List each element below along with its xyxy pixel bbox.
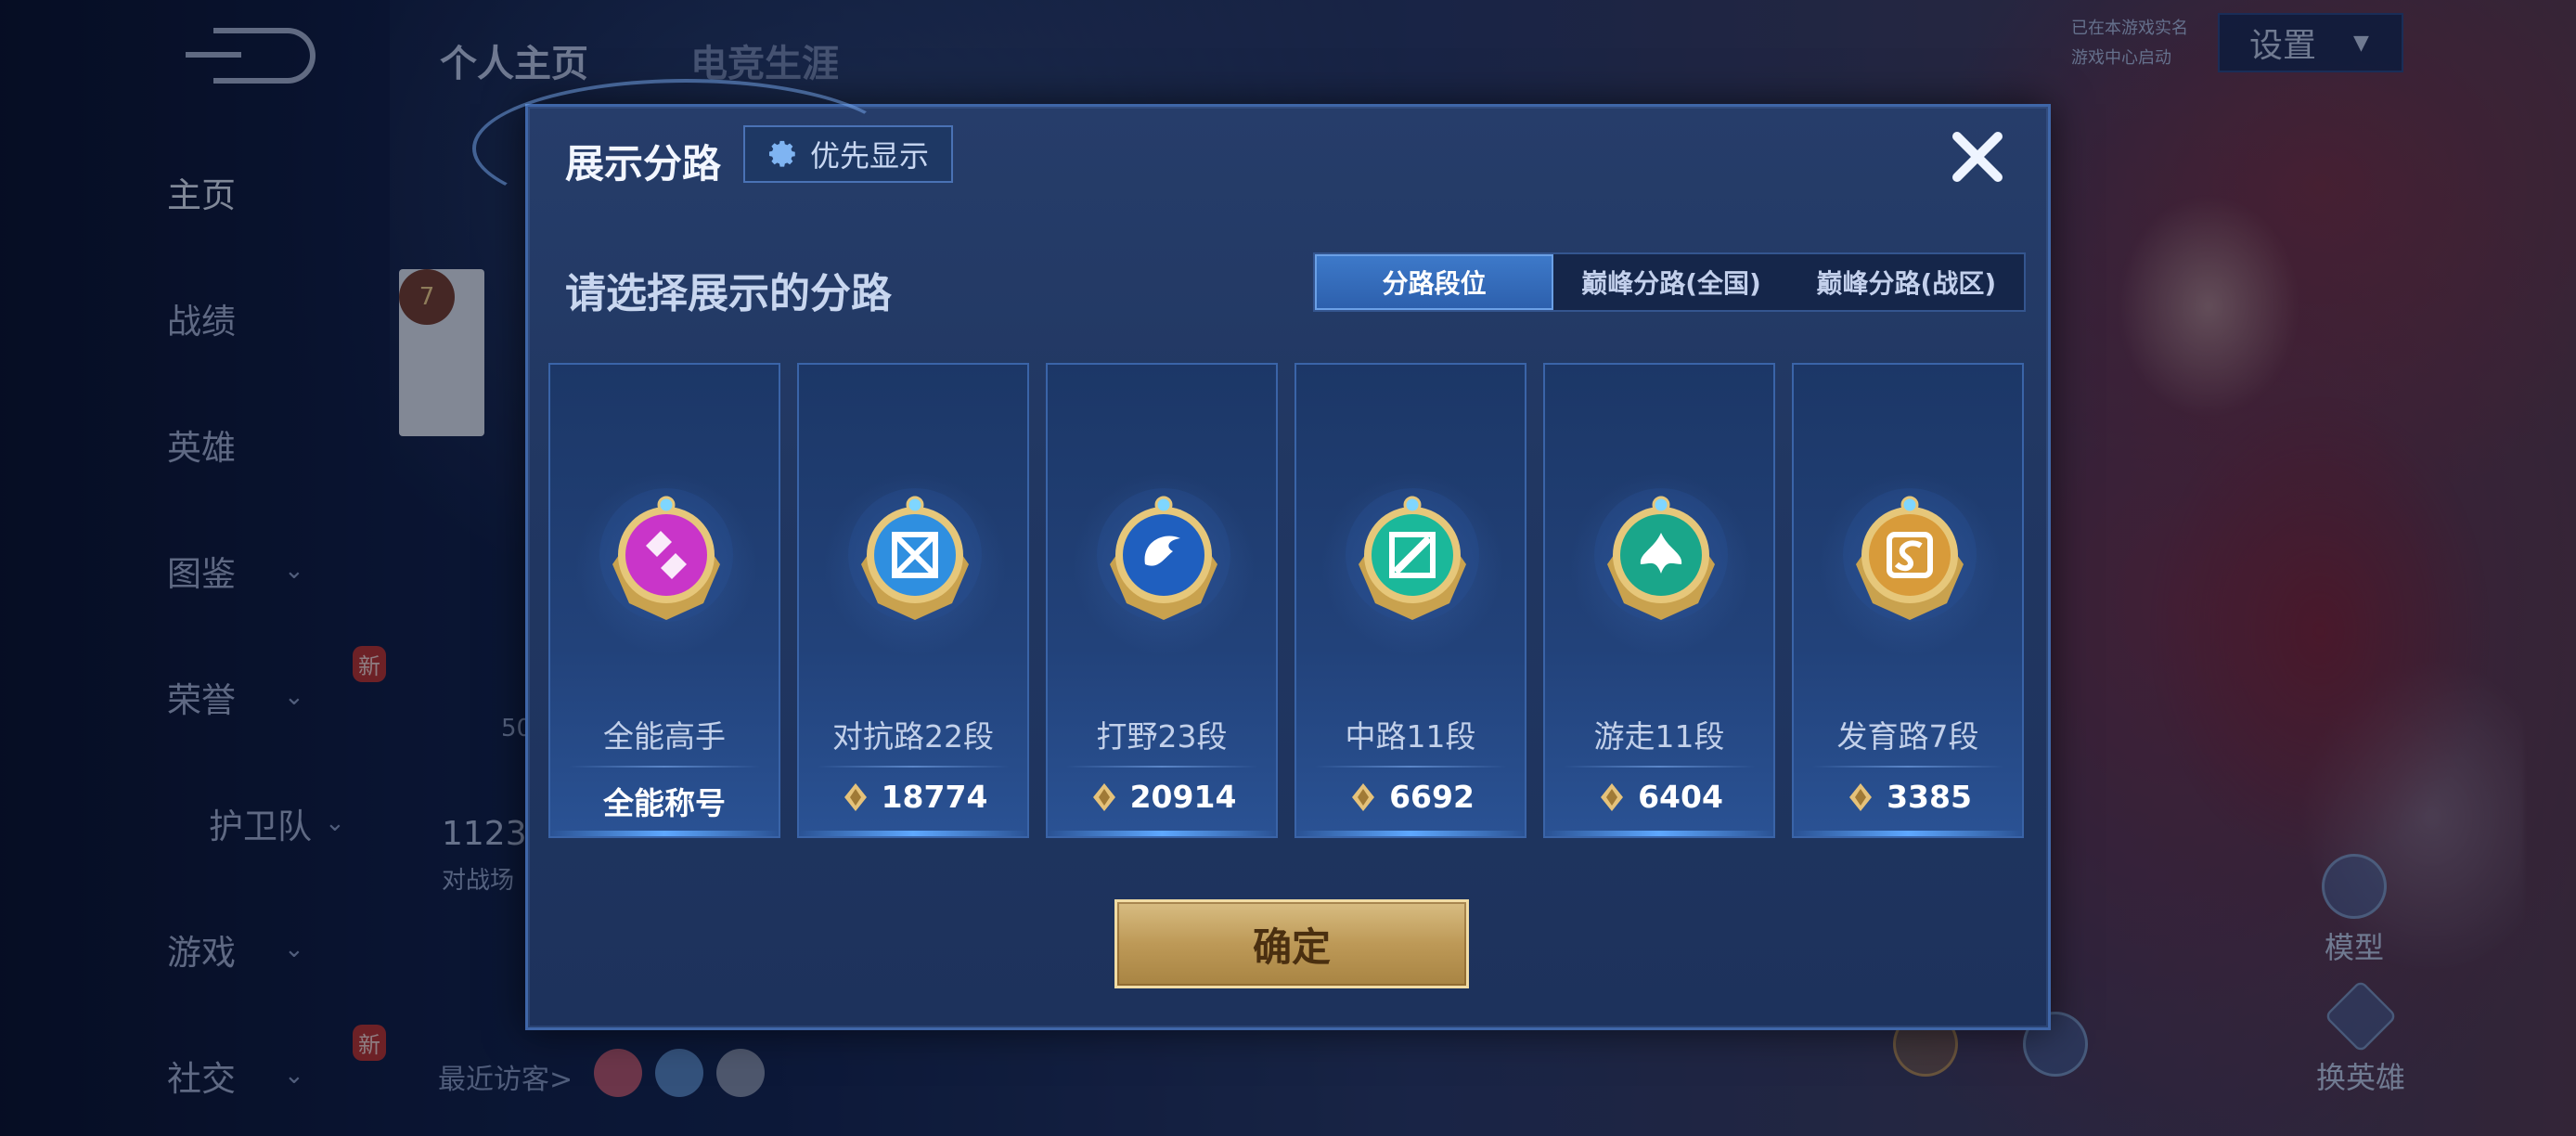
lane-card-value: 6692 [1389,779,1475,815]
lane-mode-tabs: 分路段位 巅峰分路(全国) 巅峰分路(战区) [1313,252,2026,312]
points-diamond-icon [1092,782,1115,811]
mid-lane-emblem-icon [1346,488,1479,622]
points-diamond-icon [1352,782,1375,811]
divider [1812,766,2003,768]
divider [818,766,1009,768]
priority-display-button[interactable]: 优先显示 [743,125,953,183]
lane-card[interactable]: 中路11段 6692 [1294,363,1526,838]
lane-card-value: 3385 [1887,779,1972,815]
farm-lane-emblem-icon [1843,488,1977,622]
divider [1315,766,1506,768]
close-icon[interactable] [1944,123,2011,190]
tab-peak-region[interactable]: 巅峰分路(战区) [1789,254,2024,310]
gear-icon [768,140,795,167]
lane-card-value-row: 3385 [1794,779,2022,815]
divider [1564,766,1755,768]
lane-card-name: 发育路7段 [1836,718,1979,755]
divider [569,766,760,768]
lane-card-value-row: 全能称号 [550,779,779,823]
lane-card[interactable]: 打野23段 20914 [1046,363,1278,838]
lane-card[interactable]: 对抗路22段 18774 [797,363,1029,838]
lane-card-value: 6404 [1638,779,1723,815]
points-diamond-icon [1849,782,1873,811]
points-diamond-icon [1601,782,1624,811]
lane-card-name: 游走11段 [1593,718,1725,755]
lane-card[interactable]: 发育路7段 3385 [1792,363,2024,838]
lane-card-value-row: 6692 [1296,779,1525,815]
priority-label: 优先显示 [809,138,929,174]
lane-card-value: 18774 [881,779,988,815]
selection-prompt: 请选择展示的分路 [565,270,892,317]
lane-cards: 全能高手 全能称号 对抗路22段 18774 打野23段 20914 中路11段 6692 游走… [548,363,2033,838]
tab-lane-rank[interactable]: 分路段位 [1315,254,1554,310]
divider [1066,766,1257,768]
tab-peak-national[interactable]: 巅峰分路(全国) [1553,254,1788,310]
lane-card-value-row: 6404 [1545,779,1773,815]
confirm-button[interactable]: 确定 [1114,899,1469,988]
points-diamond-icon [844,782,867,811]
roam-emblem-icon [1594,488,1728,622]
jungle-emblem-icon [1097,488,1230,622]
dialog-title: 展示分路 [565,141,722,187]
lane-card-value: 全能称号 [603,785,726,821]
lane-display-dialog: 展示分路 优先显示 请选择展示的分路 分路段位 巅峰分路(全国) 巅峰分路(战区… [472,79,2051,1030]
clash-lane-emblem-icon [848,488,982,622]
lane-card-name: 中路11段 [1345,718,1476,755]
lane-card-value: 20914 [1129,779,1237,815]
lane-card-value-row: 20914 [1048,779,1276,815]
lane-card-name: 对抗路22段 [832,718,994,755]
lane-card[interactable]: 全能高手 全能称号 [548,363,780,838]
lane-card-value-row: 18774 [799,779,1027,815]
lane-card-name: 全能高手 [603,718,726,755]
lane-card-name: 打野23段 [1096,718,1228,755]
all-round-emblem-icon [599,488,733,622]
lane-card[interactable]: 游走11段 6404 [1543,363,1775,838]
